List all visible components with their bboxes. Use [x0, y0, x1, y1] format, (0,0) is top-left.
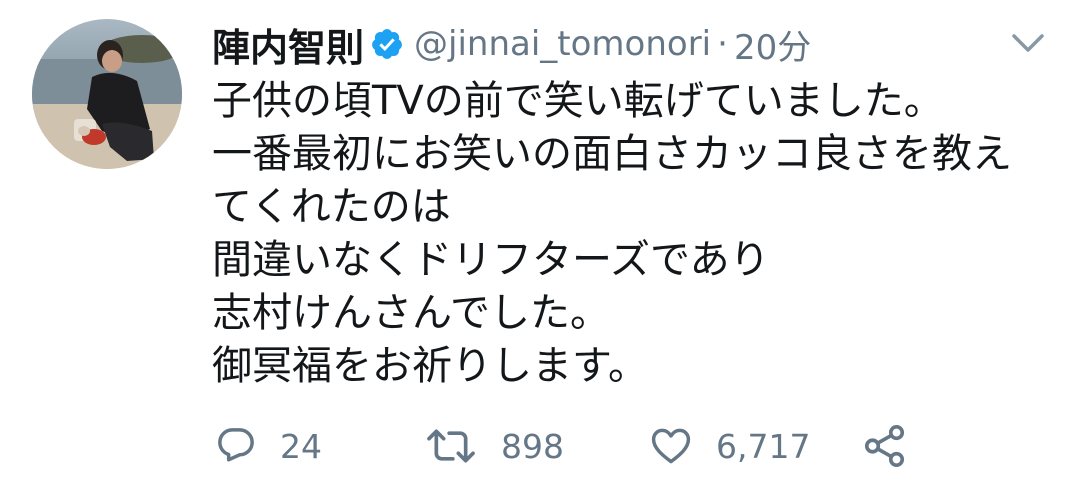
- action-bar: 24 898 6,717: [0, 418, 1080, 474]
- avatar[interactable]: [32, 19, 182, 169]
- separator-dot: ·: [717, 24, 728, 64]
- tweet-line: てくれたのは: [212, 184, 451, 230]
- like-icon: [648, 424, 694, 468]
- tweet-text: 子供の頃TVの前で笑い転げていました。 一番最初にお笑いの面白さカッコ良さを教え…: [212, 75, 1062, 393]
- tweet-line: 子供の頃TVの前で笑い転げていました。: [212, 78, 944, 124]
- tweet-line: 一番最初にお笑いの面白さカッコ良さを教え: [212, 131, 1012, 177]
- retweet-count: 898: [501, 426, 564, 466]
- share-icon: [862, 423, 908, 469]
- share-button[interactable]: [862, 418, 908, 474]
- tweet-line: 志村けんさんでした。: [212, 290, 610, 336]
- tweet-line: 間違いなくドリフターズであり: [212, 237, 770, 283]
- user-handle[interactable]: @jinnai_tomonori: [414, 24, 711, 64]
- timestamp[interactable]: 20分: [734, 20, 811, 69]
- display-name[interactable]: 陣内智則: [212, 17, 364, 72]
- tweet: 陣内智則 @jinnai_tomonori · 20分 子供の頃TVの前で笑い転…: [0, 0, 1080, 489]
- like-button[interactable]: 6,717: [648, 418, 810, 474]
- chevron-down-icon[interactable]: [1008, 28, 1048, 58]
- tweet-header: 陣内智則 @jinnai_tomonori · 20分: [212, 16, 811, 72]
- like-count: 6,717: [716, 426, 811, 466]
- tweet-line: 御冥福をお祈りします。: [212, 343, 648, 389]
- reply-icon: [214, 424, 258, 468]
- reply-count: 24: [280, 426, 322, 466]
- retweet-button[interactable]: 898: [425, 418, 564, 474]
- verified-icon: [370, 27, 404, 61]
- retweet-icon: [425, 424, 477, 468]
- reply-button[interactable]: 24: [214, 418, 322, 474]
